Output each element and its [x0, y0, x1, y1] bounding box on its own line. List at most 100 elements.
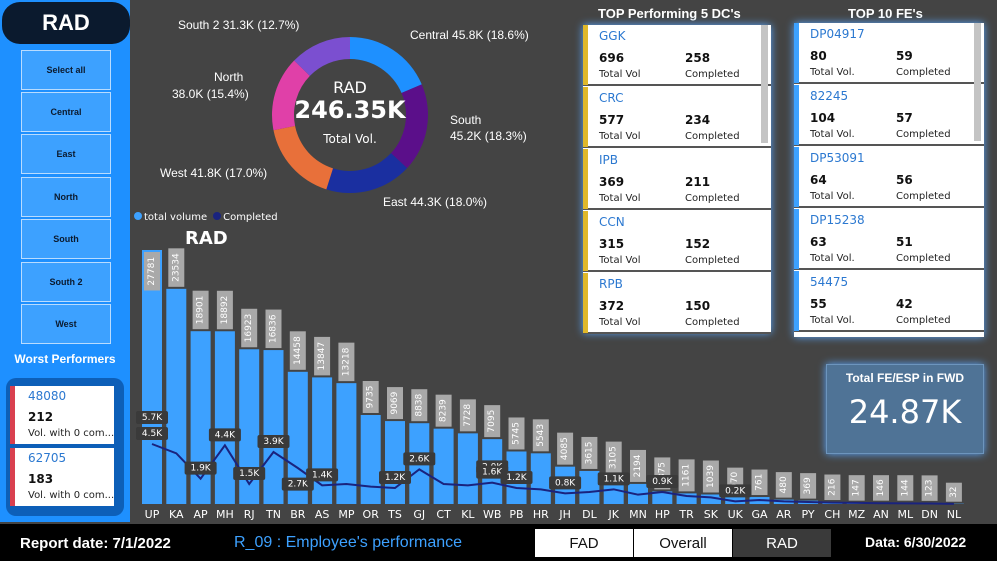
tab-overall[interactable]: Overall [634, 529, 732, 557]
x-axis-label: AS [315, 508, 330, 521]
bar-or[interactable] [360, 414, 381, 504]
donut-label-north: North [214, 70, 244, 84]
completed-value-label: 1.2K [506, 473, 527, 483]
data-date: Data: 6/30/2022 [865, 534, 967, 550]
bar-kl[interactable] [457, 433, 478, 504]
completed-value-label: 4.5K [142, 429, 163, 439]
card-completed-value: 57 [896, 111, 913, 125]
dc-card[interactable]: IPB 369 211 Total Vol Completed [583, 149, 771, 210]
card-completed-value: 150 [685, 299, 711, 313]
worst-card[interactable]: 48080 212 Vol. with 0 com... [10, 386, 114, 444]
bar-value-label: 8239 [439, 399, 449, 422]
bar-ct[interactable] [433, 428, 454, 504]
bar-hr[interactable] [530, 453, 551, 504]
completed-value-label: 5.7K [142, 413, 163, 423]
panel-scrollbar[interactable] [761, 25, 768, 143]
card-total-value: 80 [810, 49, 827, 63]
x-axis-label: KL [461, 508, 475, 521]
bar-ts[interactable] [385, 421, 405, 504]
card-accent [583, 273, 588, 333]
bar-value-label: 480 [779, 476, 789, 493]
card-completed-value: 258 [685, 51, 711, 65]
card-total-value: 64 [810, 173, 827, 187]
completed-value-label: 0.9K [652, 477, 673, 487]
card-total-value: 372 [599, 299, 625, 313]
completed-value-label: 1.6K [482, 468, 503, 478]
fe-card[interactable]: DP15238 63 51 Total Vol. Completed [794, 209, 984, 270]
bar-value-label: 5543 [536, 424, 546, 447]
x-axis-label: JK [607, 508, 619, 521]
tab-fad[interactable]: FAD [535, 529, 633, 557]
card-id: RPB [599, 277, 623, 291]
card-total-label: Total Vol. [810, 67, 855, 78]
card-total-label: Total Vol. [810, 315, 855, 326]
fe-card[interactable]: 82245 104 57 Total Vol. Completed [794, 85, 984, 146]
top-dc-panel[interactable]: GGK 696 258 Total Vol Completed CRC 577 234 Tota… [583, 25, 771, 334]
donut-label-north-value: 38.0K (15.4%) [172, 87, 249, 101]
slicer-south[interactable]: South [21, 219, 111, 259]
bar-value-label: 32 [949, 486, 959, 497]
top-dc-title: TOP Performing 5 DC's [598, 6, 741, 21]
slicer-west[interactable]: West [21, 304, 111, 344]
card-total-label: Total Vol [599, 255, 641, 266]
dc-card[interactable]: GGK 696 258 Total Vol Completed [583, 25, 771, 86]
worst-card-value: 183 [28, 472, 54, 486]
fe-card[interactable]: DP53091 64 56 Total Vol. Completed [794, 147, 984, 208]
dc-card[interactable]: CCN 315 152 Total Vol Completed [583, 211, 771, 272]
bar-value-label: 216 [827, 478, 837, 495]
slicer-south-2[interactable]: South 2 [21, 262, 111, 302]
bar-value-label: 14458 [293, 336, 303, 365]
x-axis-label: AR [776, 508, 792, 521]
completed-value-label: 4.4K [215, 430, 236, 440]
bar-value-label: 2194 [633, 454, 643, 477]
x-axis-label: UP [145, 508, 160, 521]
bar-value-label: 147 [852, 479, 862, 496]
card-accent [583, 211, 588, 271]
bar-rj[interactable] [239, 349, 260, 504]
worst-card-label: Vol. with 0 com... [28, 490, 115, 501]
card-id: CCN [599, 215, 625, 229]
x-axis-label: TN [265, 508, 281, 521]
bar-value-label: 7728 [463, 404, 473, 427]
bar-dl[interactable] [579, 470, 600, 504]
card-completed-value: 42 [896, 297, 913, 311]
completed-value-label: 0.2K [725, 486, 746, 496]
card-id: GGK [599, 29, 626, 43]
x-axis-label: HP [655, 508, 670, 521]
card-completed-label: Completed [685, 317, 740, 328]
card-accent [583, 87, 588, 147]
bar-value-label: 23534 [171, 253, 181, 282]
card-completed-value: 152 [685, 237, 711, 251]
panel-scrollbar[interactable] [974, 23, 981, 141]
fe-card[interactable]: DP04917 80 59 Total Vol. Completed [794, 23, 984, 84]
card-accent [794, 209, 799, 269]
completed-value-label: 1.9K [190, 464, 211, 474]
card-completed-label: Completed [896, 67, 951, 78]
x-axis-label: HR [533, 508, 549, 521]
card-total-value: 577 [599, 113, 625, 127]
bar-value-label: 9069 [390, 391, 400, 414]
card-total-label: Total Vol. [810, 129, 855, 140]
card-accent [583, 149, 588, 209]
footer-bar: Report date: 7/1/2022 R_09 : Employee's … [0, 524, 997, 561]
top-fe-panel[interactable]: DP04917 80 59 Total Vol. Completed 82245 104 57… [794, 23, 984, 337]
bar-ka[interactable] [166, 288, 187, 504]
legend-dot-icon [213, 212, 222, 220]
worst-performers-list[interactable]: 48080 212 Vol. with 0 com... 62705 183 V… [6, 378, 124, 516]
worst-card-value: 212 [28, 410, 54, 424]
worst-card[interactable]: 62705 183 Vol. with 0 com... [10, 448, 114, 506]
bar-tn[interactable] [263, 350, 284, 504]
bar-mh[interactable] [214, 331, 235, 504]
bar-value-label: 123 [925, 480, 935, 497]
bar-mp[interactable] [336, 383, 357, 504]
dc-card[interactable]: RPB 372 150 Total Vol Completed [583, 273, 771, 334]
card-accent [794, 271, 799, 331]
dc-card[interactable]: CRC 577 234 Total Vol Completed [583, 87, 771, 148]
tab-rad[interactable]: RAD [733, 529, 831, 557]
completed-value-label: 2.6K [409, 454, 430, 464]
bar-value-label: 18901 [196, 296, 206, 325]
x-axis-label: WB [483, 508, 501, 521]
fe-card[interactable]: 54475 55 42 Total Vol. Completed [794, 271, 984, 332]
completed-value-label: 3.9K [263, 437, 284, 447]
x-axis-label: AN [873, 508, 889, 521]
